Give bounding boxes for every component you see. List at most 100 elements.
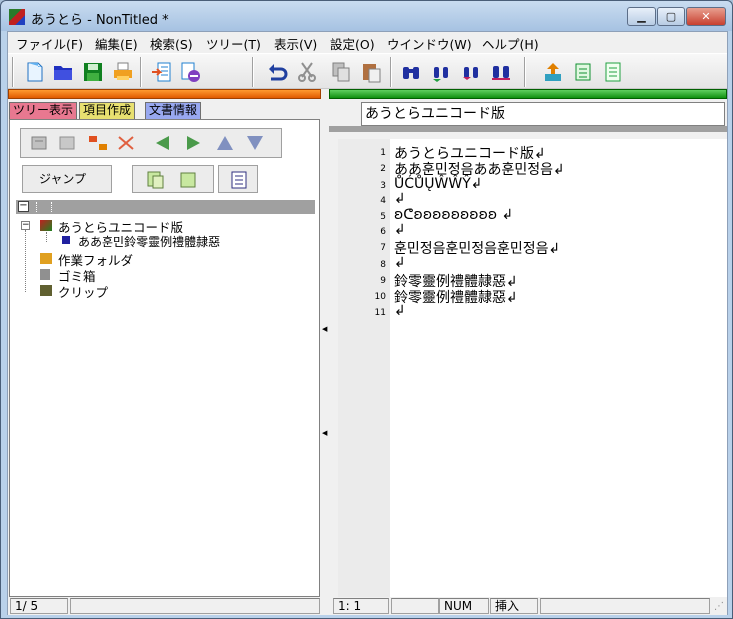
editor-divider [329,126,727,132]
line-number: 3 [380,181,386,191]
tab-document-info[interactable]: 文書情報 [145,102,202,119]
toolbar-separator [252,57,254,87]
status-insert-mode: 挿入 [490,598,538,614]
tree-line [25,230,26,292]
menu-search[interactable]: 検索(S) [150,34,193,53]
splitter-left-arrow-icon[interactable]: ◀ [322,325,327,333]
editor-line: ↲ [394,222,406,238]
find-icon[interactable] [400,61,422,83]
line-number-gutter [338,139,390,597]
line-number: 8 [380,260,386,270]
tree-line [46,232,47,242]
menu-tree[interactable]: ツリー(T) [206,34,261,53]
toolbar-separator [524,57,526,87]
toolbar-separator [12,57,14,87]
tree-delete-icon[interactable] [115,133,137,153]
app-icon[interactable] [9,9,25,25]
tree-header: − [16,200,315,214]
menu-bar: ファイル(F) 編集(E) 検索(S) ツリー(T) 表示(V) 設定(O) ウ… [8,32,727,52]
tree-header-grip [36,202,52,212]
document-title-field[interactable]: あうとらユニコード版 [361,102,725,126]
upload-icon[interactable] [542,61,564,83]
expand-icon[interactable] [145,170,167,190]
properties-icon[interactable] [229,170,249,190]
minimize-button[interactable]: ▁ [627,7,656,26]
arrow-right-icon[interactable] [183,134,203,152]
menu-window[interactable]: ウインドウ(W) [387,34,472,53]
paste-icon[interactable] [360,61,382,83]
arrow-up-icon[interactable] [215,134,235,152]
maximize-button[interactable]: ▢ [657,7,685,26]
client-area: ファイル(F) 編集(E) 検索(S) ツリー(T) 表示(V) 設定(O) ウ… [7,31,728,615]
clip-icon [40,285,52,296]
line-number: 10 [374,292,386,302]
editor-line: ʚᕦʚʚʚʚʚʚʚʚʚ ↲ [394,207,514,223]
line-number: 1 [380,148,386,158]
tree-swap-icon[interactable] [87,133,109,153]
menu-help[interactable]: ヘルプ(H) [482,34,539,53]
status-bar: 1/ 5 1: 1 NUM 挿入 ⋰ [8,597,727,615]
menu-settings[interactable]: 設定(O) [330,34,375,53]
window-title: あうとら - NonTitled * [31,13,169,28]
status-cursor-position: 1: 1 [333,598,389,614]
notes-icon[interactable] [602,61,624,83]
import-icon[interactable] [150,61,172,83]
status-num-lock: NUM [439,598,489,614]
editor-line: 鈴零靈例禮體隷惡↲ [394,290,518,306]
tree-copy-icon[interactable] [57,133,79,153]
tab-tree-view[interactable]: ツリー表示 [9,102,78,119]
status-empty [70,598,320,614]
export-icon[interactable] [180,61,202,83]
menu-file[interactable]: ファイル(F) [16,34,83,53]
new-file-icon[interactable] [24,61,46,83]
title-bar[interactable]: あうとら - NonTitled * ▁ ▢ ✕ [1,1,732,31]
pane-splitter[interactable]: ◀ ◀ [321,89,329,597]
find-previous-icon[interactable] [430,61,452,83]
undo-icon[interactable] [266,61,288,83]
arrow-left-icon[interactable] [153,134,173,152]
cut-icon[interactable] [296,61,318,83]
line-number: 6 [380,227,386,237]
line-number: 11 [374,308,386,318]
editor-pane-active-bar [329,89,727,99]
line-number: 9 [380,276,386,286]
toolbar-separator [140,57,142,87]
tab-item-create[interactable]: 項目作成 [79,102,136,119]
replace-icon[interactable] [490,61,512,83]
tree-expander[interactable]: − [21,221,30,230]
status-page: 1/ 5 [10,598,68,614]
editor-line: ŮĆŮŲŴŴŶ↲ [394,176,483,192]
editor-line: 훈민정음훈민정음훈민정음↲ [394,241,561,257]
find-next-icon[interactable] [460,61,482,83]
status-empty [391,598,439,614]
menu-view[interactable]: 表示(V) [274,34,317,53]
copy-icon[interactable] [330,61,352,83]
arrow-down-icon[interactable] [245,134,265,152]
tree-move-icon[interactable] [29,133,51,153]
document-icon[interactable] [572,61,594,83]
folder-icon [40,253,52,264]
collapse-all-toggle[interactable]: − [18,201,29,212]
save-icon[interactable] [82,61,104,83]
line-number: 4 [380,196,386,206]
editor-line: ↲ [394,191,406,207]
tree-pane-active-bar [8,89,321,99]
menu-edit[interactable]: 編集(E) [95,34,138,53]
close-button[interactable]: ✕ [686,7,726,26]
splitter-right-arrow-icon[interactable]: ◀ [322,429,327,437]
tree-toolbar [20,128,282,158]
jump-button-label: ジャンプ [39,172,87,186]
tree-node-clip[interactable]: クリップ [58,282,108,301]
tree-properties-group [218,165,258,193]
tree-node-child[interactable]: ああ훈민鈴零靈例禮體隷惡 [78,233,220,250]
root-node-icon [40,220,52,231]
jump-button[interactable]: ジャンプ [22,165,112,193]
print-icon[interactable] [112,61,134,83]
collapse-icon[interactable] [177,170,199,190]
open-folder-icon[interactable] [52,61,74,83]
text-editor[interactable]: 1 あうとらユニコード版↲ 2 ああ훈민정음ああ훈민정음↲ 3 ŮĆŮŲŴŴŶ↲ 4 ↲ 5 ʚᕦ… [338,139,727,597]
editor-line: ↲ [394,303,406,319]
line-number: 2 [380,164,386,174]
line-number: 5 [380,212,386,222]
resize-grip-icon[interactable]: ⋰ [714,601,724,612]
